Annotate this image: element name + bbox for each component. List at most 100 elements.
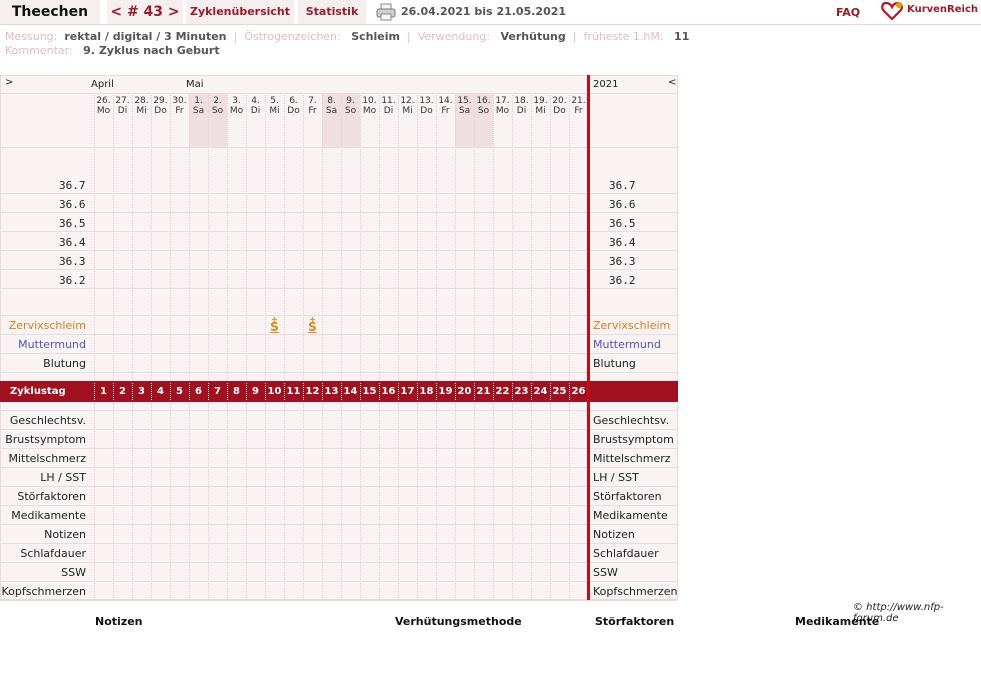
day-date: 15. <box>457 96 472 106</box>
day-weekday: Fr <box>574 106 583 116</box>
temperature-label-right: 36.7 <box>609 179 636 192</box>
cycle-day-number: 3 <box>138 386 145 397</box>
temperature-label-left: 36.2 <box>59 274 86 287</box>
grid-row-line <box>0 147 678 148</box>
day-weekday: Mi <box>535 106 546 116</box>
grid-row-line <box>0 448 678 449</box>
row-label-left: Kopfschmerzen <box>1 585 86 598</box>
cycle-chart: > < April Mai 2021 26. Mo 27. Di 28. Mi 29. Do 30. Fr 1… <box>0 0 981 700</box>
cycle-day-number: 21 <box>476 386 491 397</box>
row-label-left: Blutung <box>43 357 86 370</box>
day-weekday: Do <box>287 106 300 116</box>
day-date: 10. <box>362 96 377 106</box>
temperature-label-left: 36.7 <box>59 179 86 192</box>
day-date: 17. <box>495 96 510 106</box>
day-weekday: So <box>211 106 224 116</box>
day-date: 12. <box>400 96 415 106</box>
day-date: 27. <box>115 96 130 106</box>
grid-row-line <box>0 429 678 430</box>
grid-row-line <box>0 250 678 251</box>
cycle-day-number: 23 <box>514 386 529 397</box>
cycle-day-number: 14 <box>343 386 358 397</box>
day-date: 29. <box>153 96 168 106</box>
row-label-right: Schlafdauer <box>593 547 659 560</box>
footer-title-notes: Notizen <box>95 615 143 628</box>
temperature-label-left: 36.5 <box>59 217 86 230</box>
row-label-right: Störfaktoren <box>593 490 662 503</box>
cervix-mucus-mark[interactable]: S <box>265 320 284 334</box>
row-label-left: Brustsymptom <box>5 433 86 446</box>
grid-row-line <box>0 581 678 582</box>
grid-row-line <box>0 193 678 194</box>
row-label-right: Mittelschmerz <box>593 452 671 465</box>
footer-title-medication: Medikamente <box>795 615 880 628</box>
day-weekday: Mo <box>229 106 244 116</box>
cycle-day-number: 6 <box>195 386 202 397</box>
day-weekday: Mo <box>96 106 111 116</box>
row-label-left: SSW <box>61 566 86 579</box>
grid-row-line <box>0 212 678 213</box>
day-date: 21. <box>571 96 586 106</box>
grid-row-line <box>0 467 678 468</box>
day-weekday: Do <box>553 106 566 116</box>
cycle-day-number: 16 <box>381 386 396 397</box>
grid-row-line <box>0 315 678 316</box>
grid-row-line <box>0 600 678 601</box>
cycle-day-number: 26 <box>571 386 586 397</box>
day-weekday: Do <box>420 106 433 116</box>
day-date: 3. <box>232 96 241 106</box>
chart-next-arrow[interactable]: < <box>668 77 676 88</box>
cycle-day-number: 12 <box>305 386 320 397</box>
day-weekday: Mo <box>362 106 377 116</box>
cycle-day-number: 19 <box>438 386 453 397</box>
cervix-mucus-mark[interactable]: S <box>303 320 322 334</box>
day-date: 13. <box>419 96 434 106</box>
day-date: 2. <box>213 96 222 106</box>
day-date: 14. <box>438 96 453 106</box>
row-label-left: Muttermund <box>18 338 86 351</box>
day-weekday: Di <box>383 106 394 116</box>
cycle-day-number: 18 <box>419 386 434 397</box>
day-weekday: Di <box>516 106 527 116</box>
cycle-day-number: 4 <box>157 386 164 397</box>
row-label-left: Störfaktoren <box>17 490 86 503</box>
row-label-left: Notizen <box>44 528 86 541</box>
day-date: 28. <box>134 96 149 106</box>
row-label-right: LH / SST <box>593 471 639 484</box>
temperature-label-left: 36.4 <box>59 236 86 249</box>
row-label-right: Brustsymptom <box>593 433 674 446</box>
cycle-day-number: 15 <box>362 386 377 397</box>
row-label-left: Mittelschmerz <box>8 452 86 465</box>
day-date: 16. <box>476 96 491 106</box>
cycle-day-number: 13 <box>324 386 339 397</box>
row-label-left: Schlafdauer <box>20 547 86 560</box>
cycle-day-number: 24 <box>533 386 548 397</box>
chart-prev-arrow[interactable]: > <box>5 77 13 88</box>
day-weekday: So <box>344 106 357 116</box>
day-weekday: Mo <box>495 106 510 116</box>
cycle-day-number: 8 <box>233 386 240 397</box>
grid-row-line <box>0 269 678 270</box>
temperature-label-right: 36.3 <box>609 255 636 268</box>
day-date: 1. <box>194 96 203 106</box>
row-label-right: Zervixschleim <box>593 319 671 332</box>
temperature-label-right: 36.2 <box>609 274 636 287</box>
day-date: 30. <box>172 96 187 106</box>
row-label-right: Medikamente <box>593 509 668 522</box>
grid-row-line <box>0 543 678 544</box>
cycle-day-number: 9 <box>252 386 259 397</box>
day-weekday: Sa <box>458 106 471 116</box>
day-weekday: Fr <box>308 106 317 116</box>
cycle-day-number: 1 <box>100 386 107 397</box>
grid-row-line <box>0 505 678 506</box>
day-weekday: Di <box>250 106 261 116</box>
cycle-day-number: 5 <box>176 386 183 397</box>
day-weekday: Fr <box>441 106 450 116</box>
grid-row-line <box>0 524 678 525</box>
current-day-line <box>587 75 590 600</box>
chart-background <box>0 75 678 600</box>
day-weekday: Sa <box>325 106 338 116</box>
temperature-label-left: 36.3 <box>59 255 86 268</box>
day-date: 9. <box>346 96 355 106</box>
grid-row-line <box>0 486 678 487</box>
